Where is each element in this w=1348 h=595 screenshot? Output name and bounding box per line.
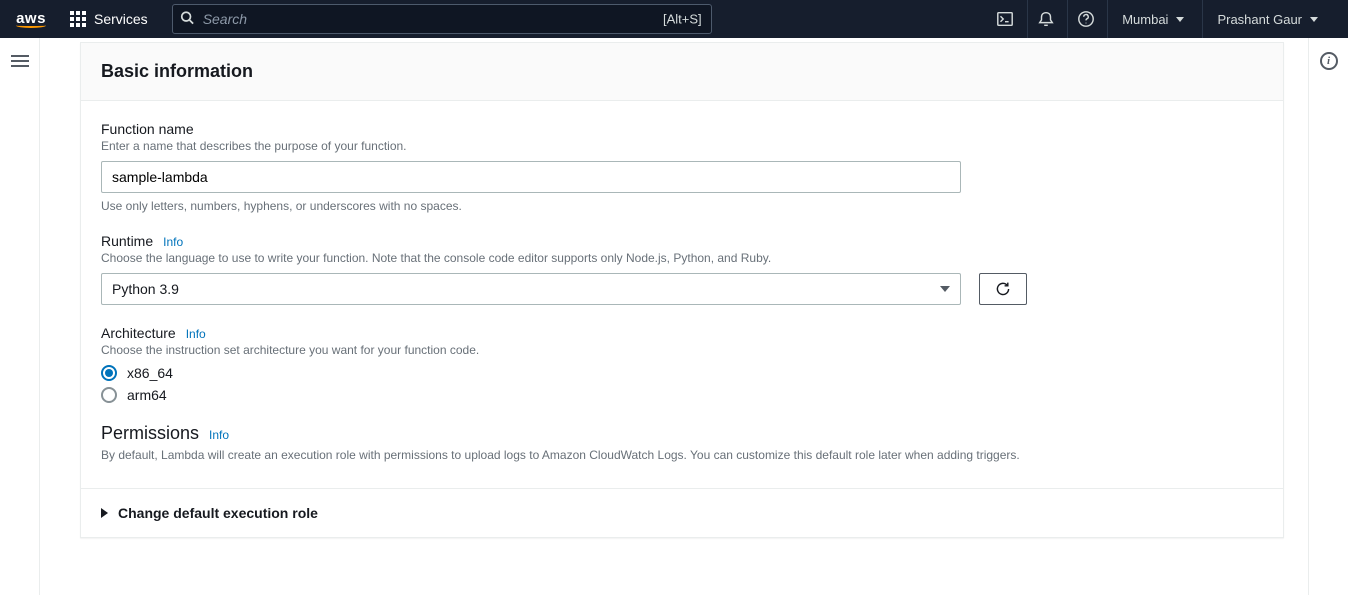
account-menu[interactable]: Prashant Gaur <box>1202 0 1332 38</box>
refresh-runtimes-button[interactable] <box>979 273 1027 305</box>
help-icon[interactable] <box>1067 0 1103 38</box>
radio-icon <box>101 365 117 381</box>
permissions-description: By default, Lambda will create an execut… <box>101 448 1263 462</box>
region-label: Mumbai <box>1122 12 1168 27</box>
runtime-info-link[interactable]: Info <box>163 235 183 249</box>
cloudshell-icon[interactable] <box>987 0 1023 38</box>
services-grid-icon <box>70 11 86 27</box>
search-icon <box>180 11 194 28</box>
runtime-label: Runtime <box>101 233 153 249</box>
panel-title: Basic information <box>101 61 1263 82</box>
services-label: Services <box>94 11 148 27</box>
search-wrap: [Alt+S] <box>172 4 712 34</box>
change-execution-role-expander[interactable]: Change default execution role <box>81 489 1283 537</box>
runtime-selected-value: Python 3.9 <box>112 281 179 297</box>
logo-smile-icon <box>16 23 46 28</box>
architecture-label: Architecture <box>101 325 176 341</box>
runtime-help: Choose the language to use to write your… <box>101 251 1263 265</box>
search-input[interactable] <box>172 4 712 34</box>
radio-label-arm64: arm64 <box>127 387 167 403</box>
function-name-help: Enter a name that describes the purpose … <box>101 139 1263 153</box>
content-scroll[interactable]: Basic information Function name Enter a … <box>40 38 1308 595</box>
left-rail <box>0 38 40 595</box>
sidebar-toggle-icon[interactable] <box>11 52 29 70</box>
info-panel-toggle-icon[interactable]: i <box>1320 52 1338 70</box>
chevron-down-icon <box>1310 17 1318 22</box>
top-nav: aws Services [Alt+S] Mumbai Prashant Gau… <box>0 0 1348 38</box>
basic-information-panel: Basic information Function name Enter a … <box>80 42 1284 538</box>
function-name-input[interactable] <box>101 161 961 193</box>
panel-header: Basic information <box>81 43 1283 101</box>
chevron-down-icon <box>940 286 950 292</box>
aws-logo[interactable]: aws <box>16 11 46 28</box>
runtime-select[interactable]: Python 3.9 <box>101 273 961 305</box>
architecture-radio-arm64[interactable]: arm64 <box>101 387 1263 403</box>
runtime-field: Runtime Info Choose the language to use … <box>101 233 1263 305</box>
expander-label: Change default execution role <box>118 505 318 521</box>
nav-icons: Mumbai Prashant Gaur <box>987 0 1332 38</box>
function-name-label: Function name <box>101 121 1263 137</box>
architecture-radio-x86[interactable]: x86_64 <box>101 365 1263 381</box>
chevron-right-icon <box>101 508 108 518</box>
chevron-down-icon <box>1176 17 1184 22</box>
region-selector[interactable]: Mumbai <box>1107 0 1198 38</box>
right-rail: i <box>1308 38 1348 595</box>
services-menu-button[interactable]: Services <box>64 7 154 31</box>
permissions-info-link[interactable]: Info <box>209 428 229 442</box>
notifications-icon[interactable] <box>1027 0 1063 38</box>
permissions-section: Permissions Info By default, Lambda will… <box>101 423 1263 462</box>
function-name-hint: Use only letters, numbers, hyphens, or u… <box>101 199 1263 213</box>
architecture-field: Architecture Info Choose the instruction… <box>101 325 1263 403</box>
search-shortcut-hint: [Alt+S] <box>663 12 702 27</box>
user-label: Prashant Gaur <box>1217 12 1302 27</box>
permissions-heading: Permissions <box>101 423 199 444</box>
architecture-info-link[interactable]: Info <box>186 327 206 341</box>
radio-icon <box>101 387 117 403</box>
radio-label-x86: x86_64 <box>127 365 173 381</box>
function-name-field: Function name Enter a name that describe… <box>101 121 1263 213</box>
architecture-help: Choose the instruction set architecture … <box>101 343 1263 357</box>
